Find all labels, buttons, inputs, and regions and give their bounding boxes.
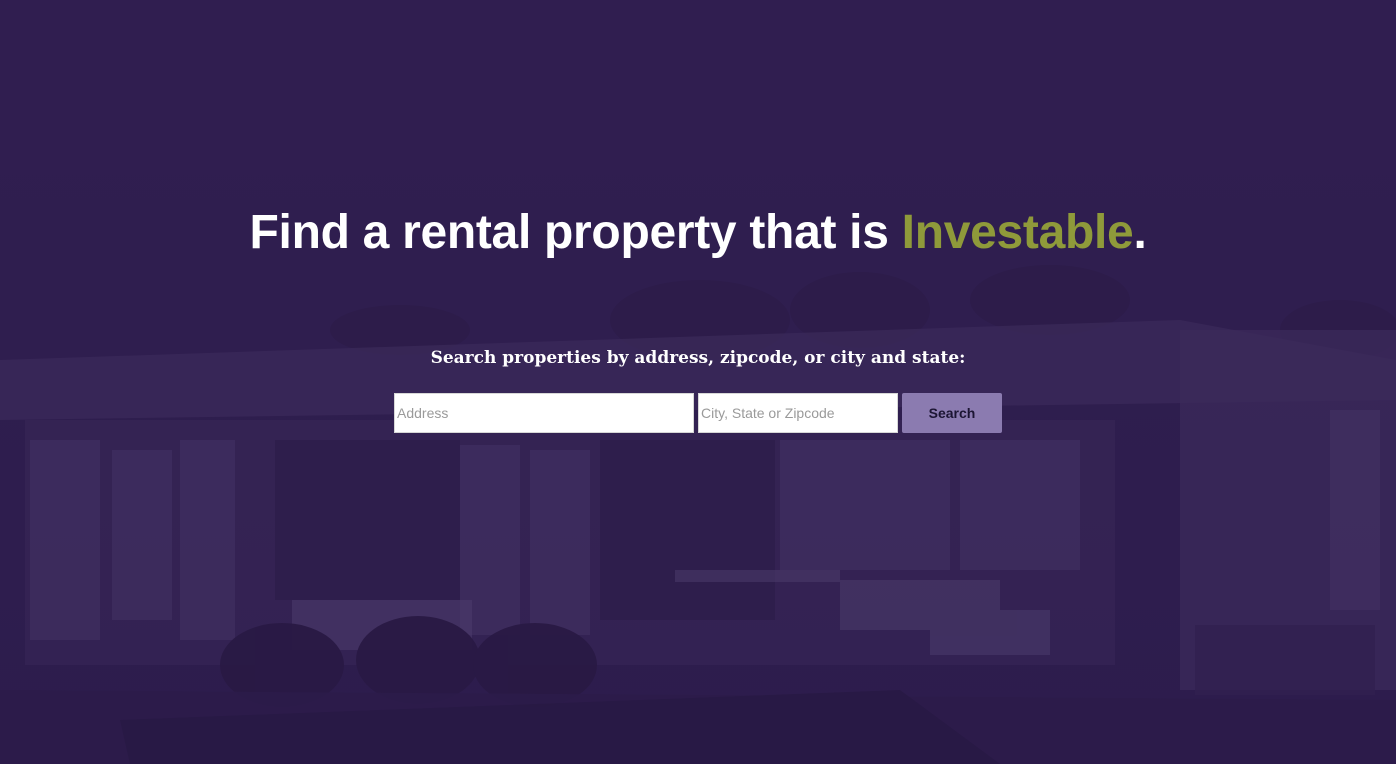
page-title: Find a rental property that is Investabl… [0,205,1396,260]
headline-prefix: Find a rental property that is [249,206,902,259]
search-button[interactable]: Search [902,393,1002,433]
search-form: Search [394,393,1002,433]
hero-section: Find a rental property that is Investabl… [0,0,1396,764]
headline-accent-word: Investable [901,206,1134,259]
location-input[interactable] [698,393,898,433]
color-overlay [0,0,1396,764]
search-instructions: Search properties by address, zipcode, o… [430,348,966,368]
address-input[interactable] [394,393,694,433]
headline-suffix: . [1133,206,1147,259]
